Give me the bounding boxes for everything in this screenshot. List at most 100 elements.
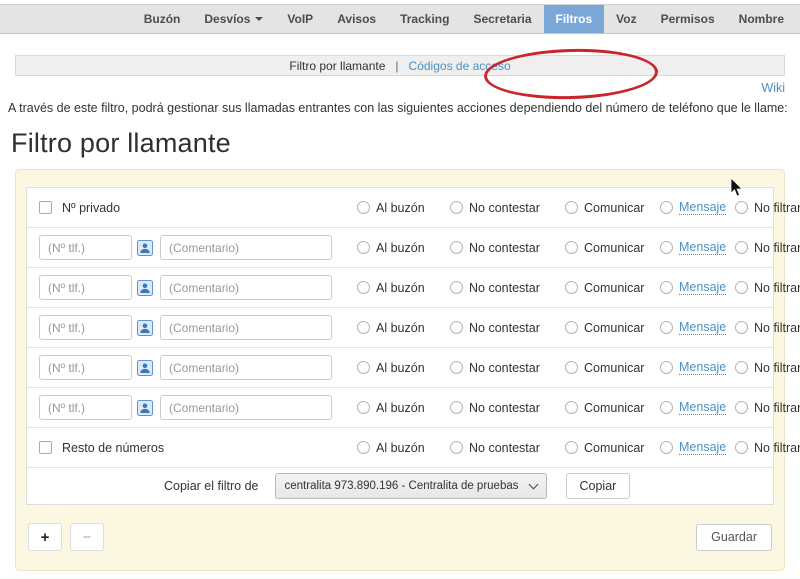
- add-row-button[interactable]: +: [28, 523, 62, 551]
- radio-no-filtrar[interactable]: [735, 321, 748, 334]
- nav-item-secretaria[interactable]: Secretaria: [461, 5, 543, 33]
- option-label: No contestar: [469, 401, 540, 415]
- radio-no-contestar[interactable]: [450, 401, 463, 414]
- nav-item-tracking[interactable]: Tracking: [388, 5, 461, 33]
- option-link-label[interactable]: Mensaje: [679, 240, 726, 255]
- option-label: Comunicar: [584, 321, 644, 335]
- radio-al-buzon[interactable]: [357, 321, 370, 334]
- nav-item-voip[interactable]: VoIP: [275, 5, 325, 33]
- checkbox-resto-de-numeros[interactable]: [39, 441, 52, 454]
- radio-al-buzon[interactable]: [357, 201, 370, 214]
- comment-input[interactable]: [160, 315, 332, 340]
- phone-number-input[interactable]: [39, 395, 132, 420]
- option-label: Al buzón: [376, 241, 425, 255]
- radio-no-filtrar[interactable]: [735, 361, 748, 374]
- option-link-label[interactable]: Mensaje: [679, 280, 726, 295]
- nav-item-permisos[interactable]: Permisos: [649, 5, 727, 33]
- option-label: Al buzón: [376, 201, 425, 215]
- comment-input[interactable]: [160, 275, 332, 300]
- option-link-label[interactable]: Mensaje: [679, 440, 726, 455]
- radio-comunicar[interactable]: [565, 241, 578, 254]
- radio-mensaje[interactable]: [660, 321, 673, 334]
- radio-comunicar[interactable]: [565, 321, 578, 334]
- remove-row-button[interactable]: −: [70, 523, 104, 551]
- option-no-filtrar: No filtrar: [735, 321, 800, 335]
- option-link-label[interactable]: Mensaje: [679, 360, 726, 375]
- radio-no-contestar[interactable]: [450, 241, 463, 254]
- phone-number-input[interactable]: [39, 315, 132, 340]
- copy-button[interactable]: Copiar: [566, 473, 631, 499]
- contacts-icon[interactable]: [137, 240, 153, 256]
- filter-row-number-5: Al buzónNo contestarComunicarMensajeNo f…: [27, 388, 773, 428]
- nav-item-avisos[interactable]: Avisos: [325, 5, 388, 33]
- option-link-label[interactable]: Mensaje: [679, 400, 726, 415]
- save-button[interactable]: Guardar: [696, 524, 772, 551]
- comment-input[interactable]: [160, 235, 332, 260]
- radio-no-contestar[interactable]: [450, 281, 463, 294]
- radio-no-contestar[interactable]: [450, 441, 463, 454]
- option-label: Al buzón: [376, 361, 425, 375]
- option-comunicar: Comunicar: [565, 441, 660, 455]
- option-mensaje: Mensaje: [660, 400, 735, 415]
- radio-no-contestar[interactable]: [450, 201, 463, 214]
- option-link-label[interactable]: Mensaje: [679, 200, 726, 215]
- copy-filter-select[interactable]: centralita 973.890.196 - Centralita de p…: [275, 473, 547, 499]
- option-label: Comunicar: [584, 441, 644, 455]
- row-count-controls: + −: [28, 523, 104, 551]
- copy-filter-select-wrap: centralita 973.890.196 - Centralita de p…: [275, 473, 547, 499]
- phone-number-input[interactable]: [39, 275, 132, 300]
- tab-filtro-por-llamante[interactable]: Filtro por llamante: [289, 59, 385, 73]
- comment-input[interactable]: [160, 395, 332, 420]
- radio-no-filtrar[interactable]: [735, 201, 748, 214]
- contacts-icon[interactable]: [137, 400, 153, 416]
- filter-row-number-4: Al buzónNo contestarComunicarMensajeNo f…: [27, 348, 773, 388]
- radio-mensaje[interactable]: [660, 361, 673, 374]
- radio-mensaje[interactable]: [660, 201, 673, 214]
- radio-mensaje[interactable]: [660, 441, 673, 454]
- option-no-filtrar: No filtrar: [735, 241, 800, 255]
- radio-al-buzon[interactable]: [357, 361, 370, 374]
- checkbox-label: Nº privado: [62, 201, 120, 215]
- option-no-filtrar: No filtrar: [735, 441, 800, 455]
- phone-number-input[interactable]: [39, 235, 132, 260]
- nav-item-buzon[interactable]: Buzón: [132, 5, 193, 33]
- option-label: No filtrar: [754, 241, 800, 255]
- contacts-icon[interactable]: [137, 360, 153, 376]
- radio-no-filtrar[interactable]: [735, 401, 748, 414]
- contacts-icon[interactable]: [137, 280, 153, 296]
- nav-item-voz[interactable]: Voz: [604, 5, 648, 33]
- radio-mensaje[interactable]: [660, 281, 673, 294]
- comment-input[interactable]: [160, 355, 332, 380]
- nav-item-filtros[interactable]: Filtros: [544, 5, 605, 33]
- tab-codigos-de-acceso[interactable]: Códigos de acceso: [409, 59, 511, 73]
- radio-comunicar[interactable]: [565, 361, 578, 374]
- nav-item-desvios[interactable]: Desvíos: [192, 5, 275, 33]
- nav-item-label: Secretaria: [473, 12, 531, 26]
- radio-mensaje[interactable]: [660, 241, 673, 254]
- radio-mensaje[interactable]: [660, 401, 673, 414]
- radio-no-contestar[interactable]: [450, 321, 463, 334]
- option-mensaje: Mensaje: [660, 320, 735, 335]
- radio-comunicar[interactable]: [565, 201, 578, 214]
- radio-al-buzon[interactable]: [357, 281, 370, 294]
- contacts-icon[interactable]: [137, 320, 153, 336]
- phone-number-input[interactable]: [39, 355, 132, 380]
- radio-no-filtrar[interactable]: [735, 281, 748, 294]
- radio-no-filtrar[interactable]: [735, 241, 748, 254]
- radio-comunicar[interactable]: [565, 441, 578, 454]
- option-mensaje: Mensaje: [660, 200, 735, 215]
- radio-no-filtrar[interactable]: [735, 441, 748, 454]
- radio-al-buzon[interactable]: [357, 401, 370, 414]
- radio-comunicar[interactable]: [565, 401, 578, 414]
- radio-comunicar[interactable]: [565, 281, 578, 294]
- option-link-label[interactable]: Mensaje: [679, 320, 726, 335]
- checkbox-n-privado[interactable]: [39, 201, 52, 214]
- option-label: Comunicar: [584, 401, 644, 415]
- radio-al-buzon[interactable]: [357, 441, 370, 454]
- wiki-link[interactable]: Wiki: [761, 81, 785, 95]
- radio-no-contestar[interactable]: [450, 361, 463, 374]
- radio-al-buzon[interactable]: [357, 241, 370, 254]
- nav-item-nombre[interactable]: Nombre: [727, 5, 796, 33]
- option-al-buzon: Al buzón: [357, 321, 450, 335]
- option-label: Al buzón: [376, 281, 425, 295]
